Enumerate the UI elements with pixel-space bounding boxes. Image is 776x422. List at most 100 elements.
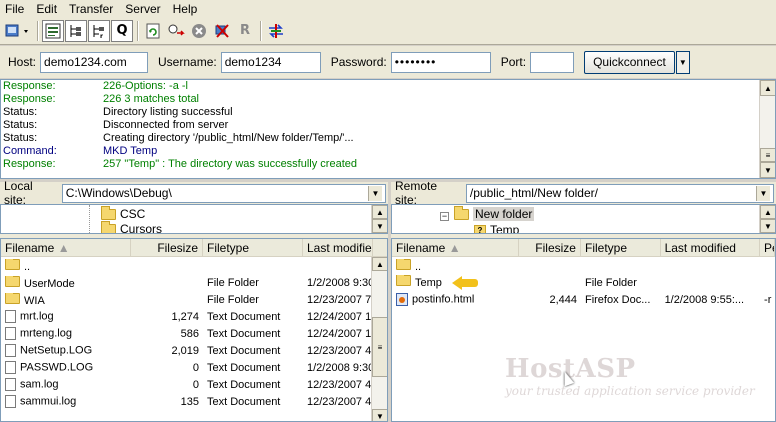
file-name-cell: postinfo.html (392, 293, 519, 306)
col-filename[interactable]: Filename ▲ (392, 239, 520, 256)
username-label: Username: (158, 55, 217, 69)
table-row[interactable]: PASSWD.LOG 0 Text Document 1/2/2008 9:30:3 (1, 359, 387, 376)
table-row[interactable]: mrt.log 1,274 Text Document 12/24/2007 10:4 (1, 308, 387, 325)
log-kind: Response: (3, 80, 56, 92)
quickconnect-bar: Host: demo1234.com Username: demo1234 Pa… (0, 46, 776, 78)
chevron-down-icon[interactable]: ▼ (756, 185, 770, 201)
text-file-icon (5, 327, 16, 340)
scroll-down-icon[interactable]: ▼ (372, 409, 387, 421)
process-queue-icon[interactable] (165, 20, 187, 42)
menu-file[interactable]: File (0, 2, 31, 16)
col-filesize[interactable]: Filesize (131, 239, 203, 256)
folder-icon (101, 220, 116, 233)
log-message: Disconnected from server (103, 119, 229, 131)
cancel-icon[interactable] (188, 20, 210, 42)
scroll-down-icon[interactable]: ▼ (760, 219, 775, 233)
file-permissions: -r (764, 293, 772, 306)
file-name: sam.log (20, 378, 59, 391)
scroll-down-icon[interactable]: ▼ (760, 162, 775, 178)
toolbar-separator (260, 20, 262, 41)
local-list-scrollbar[interactable]: ▲ ≡ ▼ (371, 257, 387, 421)
file-name-cell: UserMode (1, 275, 131, 290)
quickconnect-button[interactable]: Quickconnect (584, 50, 675, 74)
reconnect-icon[interactable]: R (234, 20, 256, 42)
chevron-down-icon[interactable]: ▼ (368, 185, 382, 201)
file-modified: 12/24/2007 10:4 (307, 310, 373, 323)
log-message: 257 "Temp" : The directory was successfu… (103, 158, 357, 170)
col-filetype[interactable]: Filetype (203, 239, 303, 256)
file-name: UserMode (24, 277, 75, 290)
local-tree-scrollbar[interactable]: ▲ ▼ (371, 205, 387, 233)
toggle-remote-tree-icon[interactable]: r (88, 19, 110, 42)
scroll-thumb[interactable]: ≡ (372, 317, 387, 377)
table-row[interactable]: WIA File Folder 12/23/2007 7:19 (1, 291, 387, 308)
tree-item-csc[interactable]: CSC (101, 205, 145, 221)
scroll-up-icon[interactable]: ▲ (760, 205, 775, 219)
port-input[interactable] (530, 51, 575, 73)
quickconnect-dropdown-icon[interactable]: ▼ (675, 50, 690, 74)
password-input[interactable]: •••••••• (390, 51, 491, 73)
menu-transfer[interactable]: Transfer (64, 2, 120, 16)
toggle-queue-icon[interactable]: Q (111, 19, 133, 42)
toggle-log-icon[interactable] (42, 19, 64, 42)
html-file-icon (396, 293, 408, 306)
compare-icon[interactable] (265, 20, 287, 42)
host-input[interactable]: demo1234.com (40, 51, 149, 73)
text-file-icon (5, 395, 16, 408)
file-name: mrt.log (20, 310, 54, 323)
col-filename[interactable]: Filename ▲ (1, 239, 131, 256)
remote-rows: .. Temp File Folder postinfo.html 2,444 Firef… (392, 257, 775, 308)
remote-tree-scrollbar[interactable]: ▲ ▼ (759, 205, 775, 233)
log-scrollbar[interactable]: ▲ ≡ ▼ (759, 80, 775, 178)
log-message: 226 3 matches total (103, 93, 200, 105)
file-name: mrteng.log (20, 327, 72, 340)
col-last-modified[interactable]: Last modified (303, 239, 373, 256)
table-row[interactable]: NetSetup.LOG 2,019 Text Document 12/23/2007… (1, 342, 387, 359)
folder-icon (5, 258, 20, 270)
log-kind: Command: (3, 145, 57, 157)
table-row[interactable]: postinfo.html 2,444 Firefox Doc... 1/2/2008… (392, 291, 775, 308)
menu-edit[interactable]: Edit (31, 2, 64, 16)
col-filesize[interactable]: Filesize (519, 239, 581, 256)
remote-path-combo[interactable]: /public_html/New folder/ ▼ (465, 183, 774, 203)
table-row[interactable]: Temp File Folder (392, 274, 775, 291)
file-size: 0 (192, 378, 199, 391)
refresh-icon[interactable] (142, 20, 164, 42)
collapse-icon[interactable]: − (440, 212, 449, 221)
folder-icon (101, 205, 116, 220)
site-manager-icon[interactable] (3, 20, 33, 42)
table-row[interactable]: sammui.log 135 Text Document 12/23/2007 4:2… (1, 393, 387, 410)
table-row[interactable]: sam.log 0 Text Document 12/23/2007 4:23 (1, 376, 387, 393)
col-filetype[interactable]: Filetype (581, 239, 661, 256)
local-rows: .. UserMode File Folder 1/2/2008 9:30:3 WIA F… (1, 257, 387, 410)
table-row[interactable]: UserMode File Folder 1/2/2008 9:30:3 (1, 274, 387, 291)
table-row[interactable]: .. (392, 257, 775, 274)
tree-item-cursors[interactable]: Cursors (101, 220, 162, 233)
local-path-combo[interactable]: C:\Windows\Debug\ ▼ (61, 183, 386, 203)
col-permissions[interactable]: Pe (760, 239, 775, 256)
tree-item-temp[interactable]: ? Temp (474, 223, 519, 233)
port-label: Port: (500, 55, 527, 69)
menu-help[interactable]: Help (168, 2, 205, 16)
menu-server[interactable]: Server (120, 2, 167, 16)
username-input[interactable]: demo1234 (220, 51, 321, 73)
col-last-modified[interactable]: Last modified (661, 239, 761, 256)
file-size: 2,444 (549, 293, 577, 306)
scroll-down-icon[interactable]: ▼ (372, 219, 387, 233)
scroll-thumb[interactable]: ≡ (760, 148, 775, 162)
log-line: Status: Creating directory '/public_html/… (1, 132, 775, 145)
watermark-tagline: your trusted application service provide… (505, 384, 755, 398)
file-name-cell: mrteng.log (1, 327, 131, 340)
remote-file-header: Filename ▲ Filesize Filetype Last modifi… (392, 239, 775, 257)
scroll-up-icon[interactable]: ▲ (372, 205, 387, 219)
scroll-up-icon[interactable]: ▲ (760, 80, 775, 96)
table-row[interactable]: mrteng.log 586 Text Document 12/24/2007 10:… (1, 325, 387, 342)
log-message: 226-Options: -a -l (103, 80, 188, 92)
disconnect-icon[interactable] (211, 20, 233, 42)
log-message: MKD Temp (103, 145, 158, 157)
file-modified: 12/23/2007 4:23 (307, 378, 373, 391)
table-row[interactable]: .. (1, 257, 387, 274)
toggle-local-tree-icon[interactable] (65, 19, 87, 42)
tree-item-new-folder[interactable]: New folder (454, 205, 535, 221)
scroll-up-icon[interactable]: ▲ (372, 257, 387, 271)
